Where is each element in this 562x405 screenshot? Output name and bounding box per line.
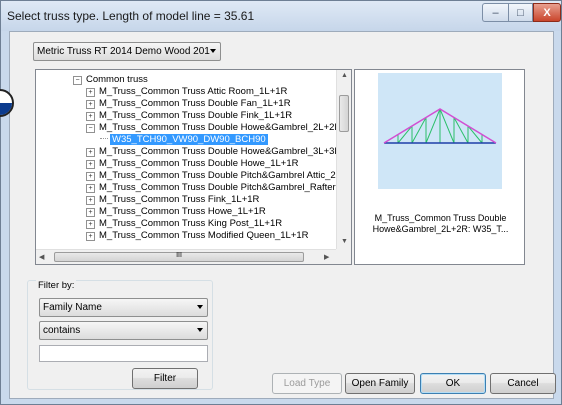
dialog-body: Metric Truss RT 2014 Demo Wood 201 Commo… xyxy=(9,31,556,399)
tree-root-label: Common truss xyxy=(86,74,148,85)
tree-leaf-label: W35_TCH90_VW90_DW90_BCH90 xyxy=(110,134,268,145)
tree-item[interactable]: M_Truss_Common Truss Modified Queen_1L+1… xyxy=(86,230,309,241)
truss-web-diagonal xyxy=(397,125,413,144)
tree-item-label: M_Truss_Common Truss Double Howe&Gambrel… xyxy=(99,146,342,157)
filter-button-label: Filter xyxy=(153,373,177,384)
open-family-label: Open Family xyxy=(351,378,409,389)
expand-icon[interactable] xyxy=(86,208,95,217)
filter-operator-dropdown[interactable]: contains xyxy=(39,321,208,340)
tree-vertical-scrollbar[interactable]: ▲ ▼ xyxy=(336,70,351,249)
tree-item-label: M_Truss_Common Truss Double Howe_1L+1R xyxy=(99,158,299,169)
collapse-icon[interactable] xyxy=(86,124,95,133)
expand-icon[interactable] xyxy=(86,160,95,169)
cancel-label: Cancel xyxy=(507,378,539,389)
load-type-button[interactable]: Load Type xyxy=(272,373,342,394)
tree-item[interactable]: M_Truss_Common Truss Double Pitch&Gambre… xyxy=(86,182,340,193)
preview-caption-line1: M_Truss_Common Truss Double xyxy=(374,213,507,223)
truss-type-dialog: Select truss type. Length of model line … xyxy=(0,0,562,405)
maximize-icon: □ xyxy=(517,6,524,19)
scroll-down-icon[interactable]: ▼ xyxy=(341,238,348,245)
scroll-thumb-grip: III xyxy=(176,252,182,259)
expand-icon[interactable] xyxy=(86,196,95,205)
tree-item-label: M_Truss_Common Truss Double Fan_1L+1R xyxy=(99,98,291,109)
expand-icon[interactable] xyxy=(86,184,95,193)
truss-diagram xyxy=(383,108,497,144)
tree-item[interactable]: M_Truss_Common Truss Howe_1L+1R xyxy=(86,206,266,217)
tree-connector xyxy=(100,138,108,139)
tree-item-label: M_Truss_Common Truss Howe_1L+1R xyxy=(99,206,266,217)
expand-icon[interactable] xyxy=(86,148,95,157)
tree-item-label: M_Truss_Common Truss Double Fink_1L+1R xyxy=(99,110,293,121)
chevron-down-icon xyxy=(197,328,203,332)
minimize-icon: – xyxy=(492,6,499,19)
tree-item[interactable]: M_Truss_Common Truss Double Fan_1L+1R xyxy=(86,98,291,109)
window-title: Select truss type. Length of model line … xyxy=(7,9,255,23)
title-bar[interactable]: Select truss type. Length of model line … xyxy=(1,1,561,31)
expand-icon[interactable] xyxy=(86,232,95,241)
tree-leaf-selected[interactable]: W35_TCH90_VW90_DW90_BCH90 xyxy=(100,134,268,145)
tree-horizontal-scrollbar[interactable]: ◀ III ▶ xyxy=(36,249,336,264)
tree-item[interactable]: M_Truss_Common Truss Double Howe&Gambrel… xyxy=(86,146,341,157)
expand-icon[interactable] xyxy=(86,112,95,121)
close-button[interactable]: X xyxy=(533,3,561,22)
expand-icon[interactable] xyxy=(86,220,95,229)
scroll-right-icon[interactable]: ▶ xyxy=(324,253,329,261)
chevron-down-icon xyxy=(197,305,203,309)
tree-item[interactable]: M_Truss_Common Truss Double Pitch&Gambre… xyxy=(86,170,341,181)
open-family-button[interactable]: Open Family xyxy=(345,373,415,394)
collapse-icon[interactable] xyxy=(73,76,82,85)
filter-text-input[interactable] xyxy=(39,345,208,362)
tree-item-label: M_Truss_Common Truss Modified Queen_1L+1… xyxy=(99,230,309,241)
expand-icon[interactable] xyxy=(86,172,95,181)
tree-item[interactable]: M_Truss_Common Truss Double Howe_1L+1R xyxy=(86,158,299,169)
filter-group-label: Filter by: xyxy=(36,280,77,291)
filter-field-dropdown[interactable]: Family Name xyxy=(39,298,208,317)
filter-field-value: Family Name xyxy=(43,302,102,313)
icon-quadrant xyxy=(0,103,12,115)
minimize-button[interactable]: – xyxy=(482,3,508,22)
tree-item[interactable]: M_Truss_Common Truss Fink_1L+1R xyxy=(86,194,259,205)
ok-label: OK xyxy=(445,378,461,389)
tree-root-node[interactable]: Common truss xyxy=(73,74,148,85)
tree-item[interactable]: M_Truss_Common Truss King Post_1L+1R xyxy=(86,218,282,229)
expand-icon[interactable] xyxy=(86,88,95,97)
horizontal-scroll-thumb[interactable]: III xyxy=(54,252,304,262)
tree-item[interactable]: M_Truss_Common Truss Double Fink_1L+1R xyxy=(86,110,292,121)
filter-group: Filter by: Family Name contains Filter xyxy=(27,280,213,390)
tree-item-label: M_Truss_Common Truss Double Howe&Gambrel… xyxy=(99,122,342,133)
family-dropdown-value: Metric Truss RT 2014 Demo Wood 201 xyxy=(37,46,210,57)
scroll-up-icon[interactable]: ▲ xyxy=(341,72,348,79)
preview-caption-line2: Howe&Gambrel_2L+2R: W35_T... xyxy=(372,224,509,234)
family-dropdown[interactable]: Metric Truss RT 2014 Demo Wood 201 xyxy=(33,42,221,61)
tree-item-label: M_Truss_Common Truss Double Pitch&Gambre… xyxy=(99,170,341,181)
maximize-button[interactable]: □ xyxy=(508,3,533,22)
truss-preview-panel: M_Truss_Common Truss Double Howe&Gambrel… xyxy=(354,69,525,265)
tree-item-label: M_Truss_Common Truss King Post_1L+1R xyxy=(99,218,283,229)
filter-operator-value: contains xyxy=(43,325,81,336)
close-icon: X xyxy=(543,6,551,19)
tree-item-label: M_Truss_Common Truss Double Pitch&Gambre… xyxy=(99,182,341,193)
vertical-scroll-thumb[interactable] xyxy=(339,95,349,132)
cancel-button[interactable]: Cancel xyxy=(490,373,556,394)
load-type-label: Load Type xyxy=(283,378,331,389)
expand-icon[interactable] xyxy=(86,100,95,109)
truss-tree[interactable]: Common truss M_Truss_Common Truss Attic … xyxy=(35,69,352,265)
tree-item[interactable]: M_Truss_Common Truss Double Howe&Gambrel… xyxy=(86,122,341,133)
truss-web-diagonal xyxy=(467,125,483,144)
truss-preview-image xyxy=(378,73,502,189)
tree-item-label: M_Truss_Common Truss Attic Room_1L+1R xyxy=(99,86,288,97)
tree-item[interactable]: M_Truss_Common Truss Attic Room_1L+1R xyxy=(86,86,287,97)
tree-item-label: M_Truss_Common Truss Fink_1L+1R xyxy=(99,194,260,205)
chevron-down-icon xyxy=(210,49,216,53)
ok-button[interactable]: OK xyxy=(420,373,486,394)
filter-button[interactable]: Filter xyxy=(132,368,198,389)
scrollbar-corner xyxy=(336,249,351,264)
preview-caption: M_Truss_Common Truss Double Howe&Gambrel… xyxy=(355,213,526,235)
scroll-left-icon[interactable]: ◀ xyxy=(39,253,44,261)
